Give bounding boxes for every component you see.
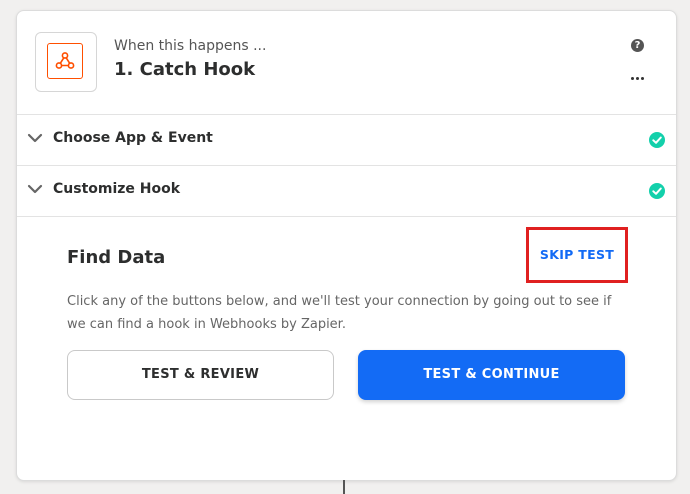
step-header: When this happens ... 1. Catch Hook ? [17, 11, 676, 115]
skip-test-button[interactable]: SKIP TEST [526, 227, 628, 283]
find-data-description: Click any of the buttons below, and we'l… [67, 294, 612, 332]
help-icon[interactable]: ? [631, 39, 644, 52]
section-customize-hook[interactable]: Customize Hook [17, 166, 676, 217]
test-continue-button[interactable]: TEST & CONTINUE [358, 350, 625, 400]
section-choose-app-event[interactable]: Choose App & Event [17, 115, 676, 166]
test-review-button[interactable]: TEST & REVIEW [67, 350, 334, 400]
more-options-icon[interactable] [630, 71, 646, 85]
check-circle-icon [649, 183, 665, 199]
step-title: 1. Catch Hook [114, 59, 256, 80]
find-data-title: Find Data [67, 247, 166, 268]
section-label: Customize Hook [53, 181, 181, 197]
check-circle-icon [649, 132, 665, 148]
step-connector-line [343, 480, 345, 494]
section-label: Choose App & Event [53, 130, 213, 146]
step-subtitle: When this happens ... [114, 38, 267, 54]
app-icon-tile [35, 32, 97, 92]
chevron-down-icon [27, 184, 43, 194]
chevron-down-icon [27, 133, 43, 143]
step-card: When this happens ... 1. Catch Hook ? Ch… [16, 10, 677, 481]
webhook-icon [47, 43, 83, 79]
